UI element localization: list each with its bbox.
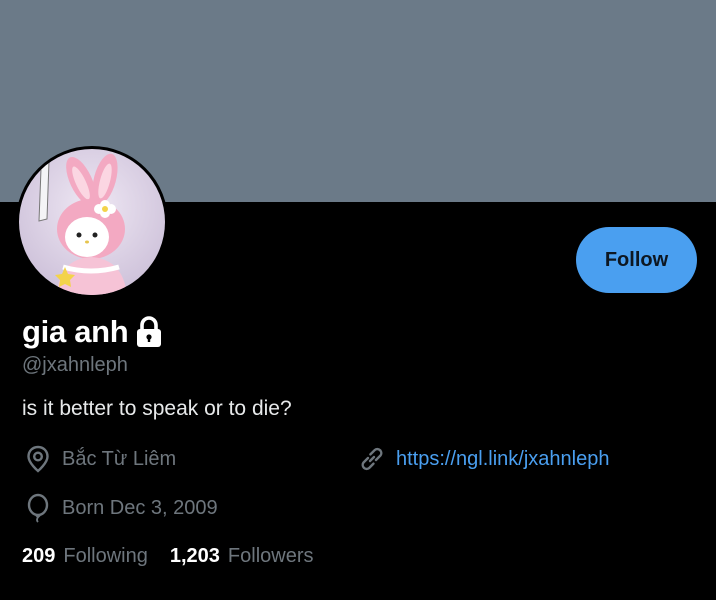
profile-handle: @jxahnleph bbox=[22, 354, 128, 376]
profile-birthdate: Born Dec 3, 2009 bbox=[23, 493, 218, 523]
link-icon bbox=[361, 447, 383, 471]
followers-count: 1,203 bbox=[169, 545, 220, 567]
followers-label: Followers bbox=[227, 545, 314, 567]
profile-website[interactable]: https://ngl.link/jxahnleph bbox=[357, 444, 609, 474]
following-stat[interactable]: 209 Following bbox=[22, 545, 148, 568]
location-text: Bắc Từ Liêm bbox=[62, 447, 177, 470]
avatar[interactable] bbox=[16, 146, 168, 298]
website-link[interactable]: https://ngl.link/jxahnleph bbox=[396, 448, 609, 471]
profile-stats: 209 Following 1,203 Followers bbox=[22, 545, 336, 568]
profile-name-row: gia anh bbox=[22, 314, 164, 350]
following-count: 209 bbox=[22, 545, 56, 567]
lock-icon bbox=[134, 316, 164, 348]
followers-stat[interactable]: 1,203 Followers bbox=[170, 545, 314, 568]
following-label: Following bbox=[63, 545, 148, 567]
location-pin-icon bbox=[27, 445, 49, 473]
profile-location: Bắc Từ Liêm bbox=[23, 444, 176, 474]
balloon-icon bbox=[27, 493, 49, 523]
follow-button[interactable]: Follow bbox=[576, 227, 697, 293]
birthdate-text: Born Dec 3, 2009 bbox=[62, 496, 218, 519]
display-name: gia anh bbox=[22, 314, 129, 349]
profile-bio: is it better to speak or to die? bbox=[22, 397, 292, 420]
